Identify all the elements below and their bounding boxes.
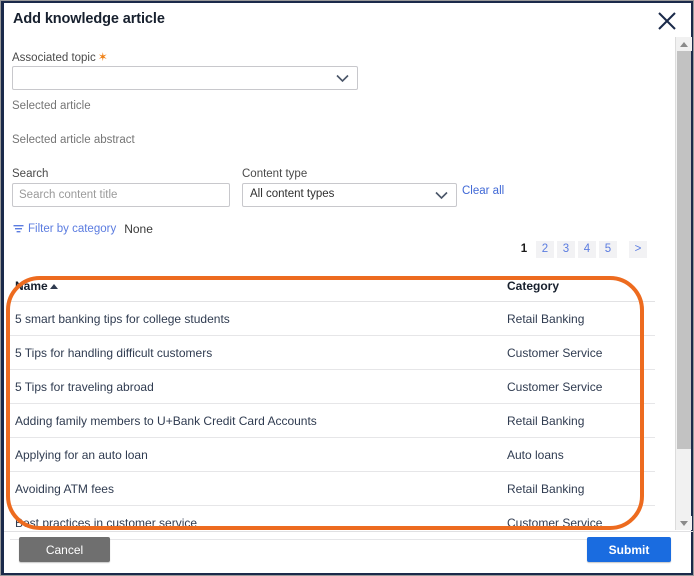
chevron-down-icon xyxy=(336,74,349,83)
column-header-name-label: Name xyxy=(15,279,48,293)
dialog-frame-right xyxy=(691,1,693,575)
content-type-select[interactable]: All content types xyxy=(242,183,457,207)
scroll-up-arrow-icon[interactable] xyxy=(676,37,692,51)
cell-name: Best practices in customer service xyxy=(10,505,507,540)
filter-by-category-value: None xyxy=(124,222,153,236)
table-row[interactable]: Adding family members to U+Bank Credit C… xyxy=(10,403,655,438)
cell-category: Auto loans xyxy=(507,437,655,472)
associated-topic-label-text: Associated topic xyxy=(12,52,96,64)
cell-name: Adding family members to U+Bank Credit C… xyxy=(10,403,507,438)
scrollbar-thumb[interactable] xyxy=(677,51,691,449)
articles-table: Name Category 5 smart banking tips for c… xyxy=(10,279,655,540)
cell-name: 5 smart banking tips for college student… xyxy=(10,301,507,336)
scroll-down-arrow-icon[interactable] xyxy=(676,516,692,530)
table-header-row: Name Category xyxy=(10,279,655,302)
table-row[interactable]: 5 Tips for traveling abroad Customer Ser… xyxy=(10,369,655,404)
column-header-category-label: Category xyxy=(507,279,560,293)
dialog-frame-left xyxy=(1,1,4,575)
cell-category: Customer Service xyxy=(507,505,655,540)
pagination-page-4[interactable]: 4 xyxy=(578,241,596,258)
cell-category: Retail Banking xyxy=(507,471,655,506)
pagination-page-5[interactable]: 5 xyxy=(599,241,617,258)
table-row[interactable]: Best practices in customer service Custo… xyxy=(10,505,655,540)
sort-ascending-icon xyxy=(49,284,58,289)
column-header-name[interactable]: Name xyxy=(10,279,507,302)
column-header-category[interactable]: Category xyxy=(507,279,655,302)
dialog-scrollbar[interactable] xyxy=(675,37,692,530)
cell-name: 5 Tips for traveling abroad xyxy=(10,369,507,404)
search-label: Search xyxy=(12,168,49,180)
cell-name: 5 Tips for handling difficult customers xyxy=(10,335,507,370)
funnel-icon xyxy=(13,224,24,235)
cancel-button[interactable]: Cancel xyxy=(19,537,110,562)
table-row[interactable]: Avoiding ATM fees Retail Banking xyxy=(10,471,655,506)
table-row[interactable]: 5 Tips for handling difficult customers … xyxy=(10,335,655,370)
clear-all-link[interactable]: Clear all xyxy=(462,185,504,197)
pagination-page-2[interactable]: 2 xyxy=(536,241,554,258)
associated-topic-label: Associated topic ✶ xyxy=(12,51,108,64)
submit-button[interactable]: Submit xyxy=(587,537,671,562)
cell-category: Retail Banking xyxy=(507,403,655,438)
cell-category: Customer Service xyxy=(507,335,655,370)
add-knowledge-article-dialog: Add knowledge article Associated topic ✶ … xyxy=(0,0,694,576)
selected-article-abstract-label: Selected article abstract xyxy=(12,134,135,146)
content-type-value: All content types xyxy=(250,188,335,200)
search-input[interactable] xyxy=(12,183,230,207)
table-row[interactable]: Applying for an auto loan Auto loans xyxy=(10,437,655,472)
dialog-frame-bottom xyxy=(1,573,693,575)
pagination-next-button[interactable]: > xyxy=(629,241,647,258)
dialog-title: Add knowledge article xyxy=(13,11,165,27)
required-star-icon: ✶ xyxy=(97,50,108,64)
pagination: 1 2 3 4 5 > xyxy=(515,241,647,258)
pagination-page-1: 1 xyxy=(520,243,528,255)
cell-name: Avoiding ATM fees xyxy=(10,471,507,506)
filter-by-category-row: Filter by category None xyxy=(13,222,153,236)
cell-category: Customer Service xyxy=(507,369,655,404)
content-type-label: Content type xyxy=(242,168,308,180)
footer-divider xyxy=(4,531,693,532)
close-icon[interactable] xyxy=(655,9,679,33)
filter-by-category-link[interactable]: Filter by category xyxy=(28,223,116,235)
cell-name: Applying for an auto loan xyxy=(10,437,507,472)
cell-category: Retail Banking xyxy=(507,301,655,336)
articles-table-container: Name Category 5 smart banking tips for c… xyxy=(10,279,655,540)
table-row[interactable]: 5 smart banking tips for college student… xyxy=(10,301,655,336)
pagination-page-3[interactable]: 3 xyxy=(557,241,575,258)
selected-article-label: Selected article xyxy=(12,100,91,112)
chevron-down-icon xyxy=(435,191,448,200)
associated-topic-select[interactable] xyxy=(12,66,358,90)
dialog-frame-top xyxy=(1,1,693,3)
